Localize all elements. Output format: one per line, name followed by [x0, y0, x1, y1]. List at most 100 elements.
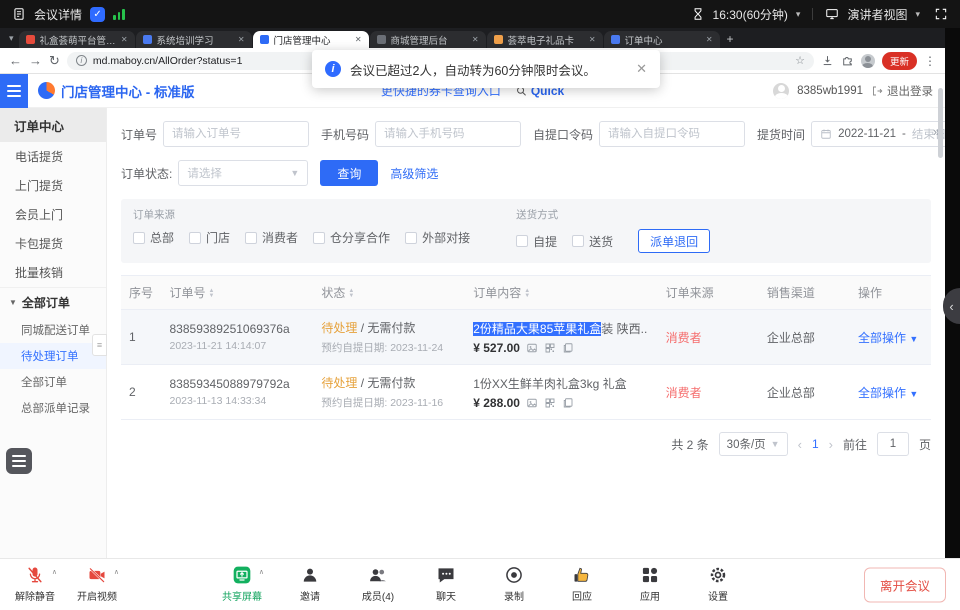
invite-button[interactable]: 邀请	[289, 565, 331, 603]
sort-icon[interactable]: ▲▼	[209, 289, 215, 299]
browser-tab[interactable]: 礼盒荟萌平台管理中心✕	[19, 31, 135, 48]
sidebar-item-card-pickup[interactable]: 卡包提货	[0, 229, 106, 258]
bookmark-star-icon[interactable]: ☆	[795, 54, 805, 67]
hamburger-menu-button[interactable]	[0, 74, 28, 108]
checkbox-icon[interactable]	[245, 232, 257, 244]
pickup-code-input[interactable]	[599, 121, 745, 147]
chevron-up-icon[interactable]: ∧	[259, 568, 264, 576]
sidebar-group-all-orders[interactable]: ▼ 全部订单	[0, 287, 106, 317]
goto-page-input[interactable]	[877, 432, 909, 456]
browser-tab-active[interactable]: 门店管理中心✕	[253, 31, 369, 48]
checkbox-icon[interactable]	[313, 232, 325, 244]
apps-button[interactable]: 应用	[629, 565, 671, 603]
browser-scrollbar[interactable]	[938, 88, 943, 158]
checkbox-icon[interactable]	[572, 235, 584, 247]
browser-profile-avatar[interactable]	[861, 54, 875, 68]
record-button[interactable]: 录制	[493, 565, 535, 603]
copy-icon[interactable]	[562, 342, 574, 354]
qrcode-icon[interactable]	[544, 397, 556, 409]
meeting-timer[interactable]: 16:30(60分钟)	[713, 6, 788, 23]
download-icon[interactable]	[821, 54, 834, 67]
site-info-icon[interactable]: i	[76, 55, 87, 66]
col-content[interactable]: 订单内容▲▼	[465, 276, 657, 310]
checkbox-source-store[interactable]: 门店	[189, 229, 230, 246]
sort-icon[interactable]: ▲▼	[348, 289, 354, 299]
sort-icon[interactable]: ▲▼	[524, 289, 530, 299]
sidebar-item-member-visit[interactable]: 会员上门	[0, 200, 106, 229]
reload-icon[interactable]: ↻	[49, 54, 60, 67]
image-icon[interactable]	[526, 397, 538, 409]
browser-tab[interactable]: 荟萃电子礼品卡✕	[487, 31, 603, 48]
unmute-button[interactable]: ∧ 解除静音	[14, 565, 56, 603]
sidebar-collapse-handle[interactable]: ≡	[92, 334, 107, 356]
forward-icon[interactable]: →	[29, 54, 42, 67]
leave-meeting-button[interactable]: 离开会议	[864, 567, 946, 602]
timer-caret-icon[interactable]: ▾	[796, 9, 801, 20]
order-content-highlighted[interactable]: 2份精品大果85苹果礼盒	[473, 322, 601, 336]
tab-close-icon[interactable]: ✕	[472, 35, 479, 44]
view-caret-icon[interactable]: ▾	[915, 9, 920, 20]
advanced-filter-link[interactable]: 高级筛选	[390, 165, 438, 182]
logout-button[interactable]: 退出登录	[871, 83, 933, 99]
members-button[interactable]: 成员(4)	[357, 565, 399, 603]
tab-close-icon[interactable]: ✕	[706, 35, 713, 44]
browser-tab[interactable]: 订单中心✕	[604, 31, 720, 48]
share-screen-button[interactable]: ∧ 共享屏幕	[221, 565, 263, 603]
view-mode-label[interactable]: 演讲者视图	[847, 6, 907, 23]
chat-button[interactable]: 聊天	[425, 565, 467, 603]
copy-icon[interactable]	[562, 397, 574, 409]
browser-update-button[interactable]: 更新	[882, 52, 917, 70]
reactions-button[interactable]: 回应	[561, 565, 603, 603]
sidebar-item-batch-verify[interactable]: 批量核销	[0, 258, 106, 287]
sidebar-item-phone-pickup[interactable]: 电话提货	[0, 142, 106, 171]
checkbox-icon[interactable]	[405, 232, 417, 244]
checkbox-icon[interactable]	[189, 232, 201, 244]
tab-close-icon[interactable]: ✕	[121, 35, 128, 44]
dispatch-return-button[interactable]: 派单退回	[638, 229, 710, 253]
checkbox-delivery[interactable]: 送货	[572, 233, 613, 250]
chevron-up-icon[interactable]: ∧	[52, 568, 57, 576]
checkbox-icon[interactable]	[516, 235, 528, 247]
sidebar-item-door-pickup[interactable]: 上门提货	[0, 171, 106, 200]
prev-page-icon[interactable]: ‹	[798, 437, 802, 452]
date-range-picker[interactable]: 2022-11-21 - 结束日期	[811, 121, 945, 147]
search-button[interactable]: 查询	[320, 160, 378, 186]
floating-menu-button[interactable]	[6, 448, 32, 474]
checkbox-icon[interactable]	[133, 232, 145, 244]
user-avatar[interactable]	[773, 83, 789, 99]
extensions-icon[interactable]	[841, 54, 854, 67]
checkbox-source-consumer[interactable]: 消费者	[245, 229, 298, 246]
page-size-select[interactable]: 30条/页▼	[719, 432, 788, 456]
sidebar-item-city-delivery[interactable]: 同城配送订单	[0, 317, 106, 343]
qrcode-icon[interactable]	[544, 342, 556, 354]
table-row[interactable]: 2 83859345088979792a 2023-11-13 14:33:34…	[121, 365, 931, 420]
col-order-no[interactable]: 订单号▲▼	[162, 276, 314, 310]
browser-tab[interactable]: 商城管理后台✕	[370, 31, 486, 48]
phone-input[interactable]	[375, 121, 521, 147]
panel-expand-handle[interactable]: ‹	[943, 288, 960, 324]
checkbox-source-share-coop[interactable]: 仓分享合作	[313, 229, 390, 246]
sidebar-item-all-orders[interactable]: 全部订单	[0, 369, 106, 395]
current-page[interactable]: 1	[812, 437, 819, 451]
next-page-icon[interactable]: ›	[829, 437, 833, 452]
checkbox-source-hq[interactable]: 总部	[133, 229, 174, 246]
order-status-select[interactable]: 请选择 ▼	[178, 160, 308, 186]
meeting-details-label[interactable]: 会议详情	[34, 6, 82, 23]
sidebar-item-hq-dispatch-log[interactable]: 总部派单记录	[0, 395, 106, 421]
checkbox-self-pickup[interactable]: 自提	[516, 233, 557, 250]
start-video-button[interactable]: ∧ 开启视频	[76, 565, 118, 603]
image-icon[interactable]	[526, 342, 538, 354]
sidebar-item-pending-orders[interactable]: 待处理订单	[0, 343, 106, 369]
date-start-value[interactable]: 2022-11-21	[838, 128, 896, 140]
col-status[interactable]: 状态▲▼	[313, 276, 465, 310]
tab-search-icon[interactable]: ▾	[9, 33, 14, 44]
all-actions-dropdown[interactable]: 全部操作 ▼	[858, 386, 918, 400]
checkbox-source-external[interactable]: 外部对接	[405, 229, 470, 246]
tab-close-icon[interactable]: ✕	[355, 35, 362, 44]
browser-tab[interactable]: 系统培训学习✕	[136, 31, 252, 48]
browser-menu-icon[interactable]: ⋮	[924, 54, 936, 68]
chevron-up-icon[interactable]: ∧	[114, 568, 119, 576]
toast-close-icon[interactable]: ✕	[636, 61, 647, 77]
back-icon[interactable]: ←	[9, 54, 22, 67]
settings-button[interactable]: 设置	[697, 565, 739, 603]
